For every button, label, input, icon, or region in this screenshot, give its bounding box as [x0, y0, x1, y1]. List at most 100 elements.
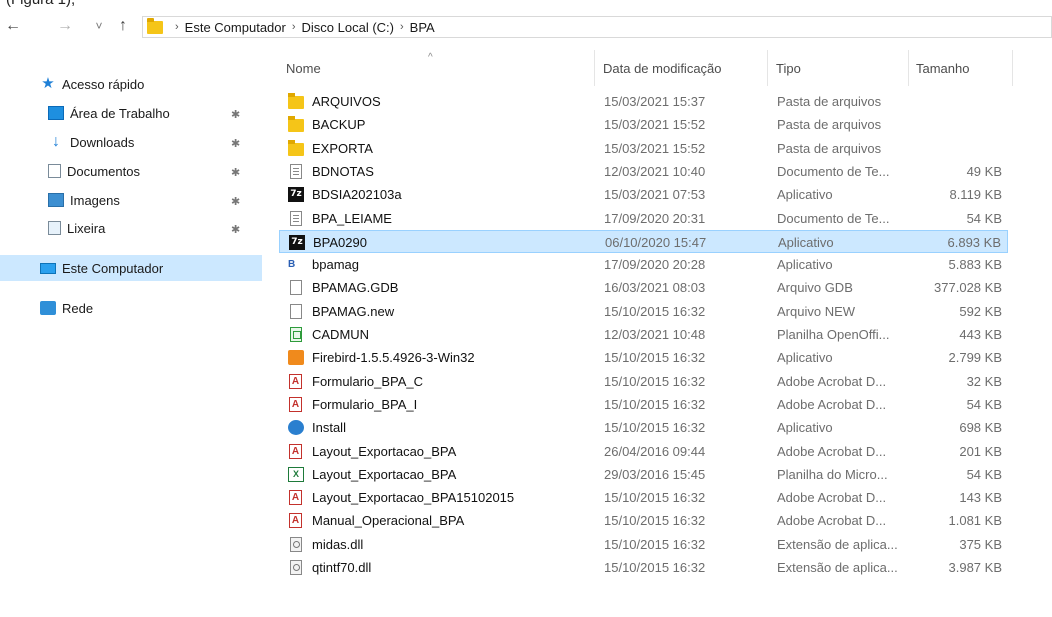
- file-type: Aplicativo: [777, 350, 833, 365]
- file-name: Layout_Exportacao_BPA: [312, 444, 457, 459]
- column-divider[interactable]: [594, 50, 595, 86]
- blank-file-icon: [290, 280, 302, 295]
- file-size: 49 KB: [966, 164, 1002, 179]
- file-row[interactable]: A Formulario_BPA_I 15/10/2015 16:32 Adobe A…: [279, 393, 1008, 416]
- file-type: Extensão de aplica...: [777, 537, 898, 552]
- file-name: ARQUIVOS: [312, 94, 381, 109]
- pin-icon[interactable]: ✱: [231, 108, 240, 121]
- sidebar-item-label: Documentos: [67, 163, 140, 179]
- file-row[interactable]: BPAMAG.GDB 16/03/2021 08:03 Arquivo GDB 377…: [279, 276, 1008, 299]
- file-row[interactable]: CADMUN 12/03/2021 10:48 Planilha OpenOffi.…: [279, 323, 1008, 346]
- folder-icon: [288, 116, 304, 132]
- column-header-label: Tipo: [776, 61, 801, 76]
- file-date: 15/03/2021 15:52: [604, 141, 706, 156]
- column-header-date[interactable]: Data de modificação: [603, 50, 763, 86]
- file-row[interactable]: midas.dll 15/10/2015 16:32 Extensão de apl…: [279, 533, 1008, 556]
- column-divider[interactable]: [767, 50, 768, 86]
- file-row[interactable]: BACKUP 15/03/2021 15:52 Pasta de arquivos: [279, 113, 1008, 136]
- back-button[interactable]: ←: [4, 16, 22, 36]
- sidebar-item-rede[interactable]: Rede: [40, 295, 260, 321]
- file-row[interactable]: 7z BPA0290 06/10/2020 15:47 Aplicativo 6.893…: [279, 230, 1008, 253]
- file-row[interactable]: BPA_LEIAME 17/09/2020 20:31 Documento de T…: [279, 207, 1008, 230]
- up-arrow-icon: ↑: [119, 17, 127, 34]
- file-row[interactable]: 7z BDSIA202103a 15/03/2021 07:53 Aplicativo…: [279, 183, 1008, 206]
- sidebar-item-label: Rede: [62, 300, 94, 316]
- sidebar-item-downloads[interactable]: ↓ Downloads: [48, 129, 260, 155]
- recent-locations-button[interactable]: ˅: [90, 16, 108, 36]
- file-row[interactable]: BPAMAG.new 15/10/2015 16:32 Arquivo NEW 592…: [279, 300, 1008, 323]
- sidebar-item-este-computador[interactable]: Este Computador: [0, 255, 262, 281]
- file-size: 2.799 KB: [948, 350, 1003, 365]
- file-type: Adobe Acrobat D...: [777, 397, 887, 412]
- pin-icon[interactable]: ✱: [231, 195, 240, 208]
- file-name: BPA_LEIAME: [312, 211, 392, 226]
- file-row[interactable]: EXPORTA 15/03/2021 15:52 Pasta de arquivos: [279, 137, 1008, 160]
- file-size: 6.893 KB: [947, 235, 1002, 250]
- file-date: 15/03/2021 07:53: [604, 187, 706, 202]
- desktop-icon: [48, 106, 64, 120]
- file-type: Arquivo NEW: [777, 304, 856, 319]
- file-type: Documento de Te...: [777, 164, 890, 179]
- sidebar-item-imagens[interactable]: Imagens: [48, 187, 260, 213]
- 7zip-icon: 7z: [288, 187, 304, 202]
- file-date: 15/10/2015 16:32: [604, 560, 706, 575]
- spreadsheet-icon: [290, 327, 302, 342]
- file-size: 54 KB: [966, 467, 1002, 482]
- breadcrumb-este-computador[interactable]: Este Computador: [185, 20, 286, 35]
- file-date: 06/10/2020 15:47: [605, 235, 707, 250]
- pin-icon[interactable]: ✱: [231, 223, 240, 236]
- column-header-name[interactable]: Nome: [286, 50, 596, 86]
- file-row[interactable]: ARQUIVOS 15/03/2021 15:37 Pasta de arquivo…: [279, 90, 1008, 113]
- up-button[interactable]: ↑: [114, 16, 132, 36]
- sidebar-item-documentos[interactable]: Documentos: [48, 158, 260, 184]
- column-divider[interactable]: [908, 50, 909, 86]
- file-date: 15/10/2015 16:32: [604, 513, 706, 528]
- file-size: 201 KB: [959, 444, 1002, 459]
- file-date: 15/10/2015 16:32: [604, 397, 706, 412]
- text-file-icon: [290, 211, 302, 226]
- file-row[interactable]: Firebird-1.5.5.4926-3-Win32 15/10/2015 16…: [279, 346, 1008, 369]
- pin-icon[interactable]: ✱: [231, 137, 240, 150]
- file-row[interactable]: BDNOTAS 12/03/2021 10:40 Documento de Te..…: [279, 160, 1008, 183]
- sidebar-item-acesso-rapido[interactable]: ★ Acesso rápido: [40, 71, 260, 97]
- file-type: Adobe Acrobat D...: [777, 490, 887, 505]
- breadcrumb-bpa[interactable]: BPA: [410, 20, 435, 35]
- navigation-bar: ← → ˅ ↑ › Este Computador › Disco Local …: [0, 14, 1052, 40]
- file-name: Formulario_BPA_I: [312, 397, 418, 412]
- file-row[interactable]: qtintf70.dll 15/10/2015 16:32 Extensão de …: [279, 556, 1008, 579]
- file-row[interactable]: A Formulario_BPA_C 15/10/2015 16:32 Adobe A…: [279, 370, 1008, 393]
- file-row[interactable]: Install 15/10/2015 16:32 Aplicativo 698 KB: [279, 416, 1008, 439]
- sidebar-item-lixeira[interactable]: Lixeira: [48, 215, 260, 241]
- forward-button[interactable]: →: [56, 16, 74, 36]
- breadcrumb-disco-local[interactable]: Disco Local (C:): [302, 20, 394, 35]
- file-type: Aplicativo: [777, 257, 833, 272]
- file-type: Planilha do Micro...: [777, 467, 888, 482]
- pin-icon[interactable]: ✱: [231, 166, 240, 179]
- file-date: 12/03/2021 10:40: [604, 164, 706, 179]
- folder-icon: [288, 140, 304, 156]
- folder-icon: [147, 17, 163, 34]
- file-row[interactable]: A Layout_Exportacao_BPA 26/04/2016 09:44 Ad…: [279, 440, 1008, 463]
- install-icon: [288, 420, 304, 435]
- column-divider[interactable]: [1012, 50, 1013, 86]
- address-bar[interactable]: › Este Computador › Disco Local (C:) › B…: [142, 16, 1052, 38]
- file-row[interactable]: X Layout_Exportacao_BPA 29/03/2016 15:45 Pl…: [279, 463, 1008, 486]
- column-header-size[interactable]: Tamanho: [916, 50, 1006, 86]
- file-row[interactable]: Bbpamag 17/09/2020 20:28 Aplicativo 5.883 K…: [279, 253, 1008, 276]
- 7zip-icon: 7z: [289, 235, 305, 250]
- pdf-icon: A: [289, 397, 302, 412]
- file-row[interactable]: A Layout_Exportacao_BPA15102015 15/10/2015…: [279, 486, 1008, 509]
- file-name: BPAMAG.new: [312, 304, 395, 319]
- network-icon: [40, 301, 56, 315]
- sidebar-item-label: Este Computador: [62, 260, 164, 276]
- pdf-icon: A: [289, 374, 302, 389]
- sidebar-item-area-de-trabalho[interactable]: Área de Trabalho: [48, 100, 260, 126]
- file-size: 54 KB: [966, 397, 1002, 412]
- sidebar-item-label: Downloads: [70, 134, 135, 150]
- file-name: Layout_Exportacao_BPA: [312, 467, 457, 482]
- file-row[interactable]: A Manual_Operacional_BPA 15/10/2015 16:32 A…: [279, 509, 1008, 532]
- column-header-type[interactable]: Tipo: [776, 50, 906, 86]
- file-name: Manual_Operacional_BPA: [312, 513, 465, 528]
- file-date: 12/03/2021 10:48: [604, 327, 706, 342]
- file-name: CADMUN: [312, 327, 370, 342]
